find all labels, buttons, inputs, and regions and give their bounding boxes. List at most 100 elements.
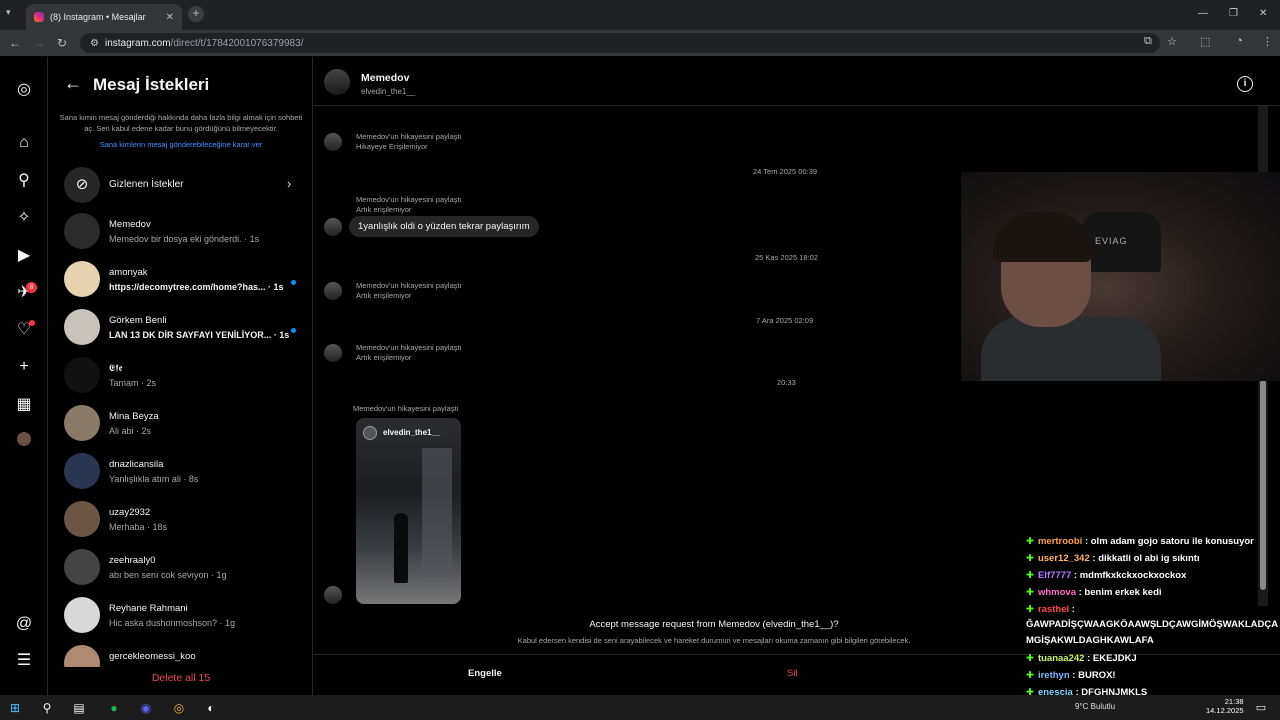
chat-scroll-thumb[interactable]	[1260, 380, 1266, 590]
task-view-icon[interactable]: ▤	[70, 699, 88, 717]
dashboard-icon[interactable]: ▦	[14, 395, 34, 415]
stream-chat-user: Elf7777	[1037, 570, 1072, 581]
chair-logo-text: EVIAG	[1095, 236, 1128, 246]
conversation-item[interactable]: Mina Beyza Ali abi · 2s	[60, 405, 310, 451]
chat-username: elvedin_the1__	[361, 87, 416, 96]
profile-avatar[interactable]	[17, 432, 31, 446]
maximize-icon[interactable]: ❐	[1229, 8, 1238, 19]
reload-icon[interactable]: ↻	[57, 36, 67, 50]
conversation-preview: Merhaba · 18s	[109, 522, 168, 532]
system-clock[interactable]: 21:38 14.12.2025	[1206, 697, 1244, 715]
delete-all-button[interactable]: Delete all 15	[49, 672, 313, 684]
url-bar[interactable]: ⚙ instagram.com /direct/t/17842001076379…	[80, 33, 1160, 53]
discord-icon[interactable]: ◉	[137, 699, 155, 717]
home-icon[interactable]: ⌂	[14, 133, 34, 153]
minimize-icon[interactable]: —	[1198, 8, 1208, 19]
unread-dot	[291, 280, 296, 285]
avatar	[64, 645, 100, 667]
message-avatar	[324, 586, 342, 604]
requests-title: Mesaj İstekleri	[93, 75, 210, 94]
story-figure	[394, 513, 408, 583]
profile-icon[interactable]: ◔	[1236, 35, 1243, 47]
conversation-item[interactable]: dnazlicansila Yanlışlıkla atım ali · 8s	[60, 453, 310, 499]
extensions-icon[interactable]: ⬚	[1200, 35, 1210, 48]
conversation-item[interactable]: Görkem Benli LAN 13 DK DİR SAYFAYI YENİLİ…	[60, 309, 310, 355]
conversation-name: zeehraaly0	[109, 555, 156, 566]
create-icon[interactable]: +	[14, 357, 34, 377]
instagram-logo-icon[interactable]: ◎	[14, 80, 34, 100]
avatar	[64, 213, 100, 249]
search-icon[interactable]: ⚲	[14, 171, 34, 191]
forward-icon[interactable]: →	[33, 36, 45, 50]
conversation-preview: abı ben senı cok sevıyon · 1g	[109, 570, 227, 580]
message-bubble[interactable]: 1yanlışlık oldi o yüzden tekrar paylaşır…	[349, 216, 539, 237]
accept-request-question: Accept message request from Memedov (elv…	[589, 619, 839, 630]
explore-icon[interactable]: ✧	[14, 208, 34, 228]
tab-search-icon[interactable]: ▾	[6, 7, 11, 18]
story-background	[422, 448, 452, 578]
back-arrow-icon[interactable]: ←	[64, 73, 82, 94]
stream-chat-user: mertroobi	[1037, 536, 1083, 547]
menu-dots-icon[interactable]: ⋮	[1262, 35, 1273, 48]
more-menu-icon[interactable]: ☰	[14, 651, 34, 671]
chat-name[interactable]: Memedov	[361, 72, 409, 84]
block-button[interactable]: Engelle	[468, 668, 502, 679]
install-app-icon[interactable]: ⧉	[1144, 35, 1152, 48]
stream-chat-message: ✚ whmova : benim erkek kedi	[1026, 587, 1162, 598]
chrome-icon[interactable]: ◎	[170, 699, 188, 717]
spotify-icon[interactable]: ●	[105, 699, 123, 717]
conversation-item[interactable]: uzay2932 Merhaba · 18s	[60, 501, 310, 547]
notification-center-icon[interactable]: ▭	[1252, 699, 1270, 717]
kick-badge-icon: ✚	[1026, 536, 1034, 547]
conversation-item[interactable]: zeehraaly0 abı ben senı cok sevıyon · 1g	[60, 549, 310, 595]
obs-icon[interactable]: ◐	[202, 699, 220, 717]
shared-story-text: Memedov'un hikayesini paylaştı	[356, 195, 462, 204]
delete-button[interactable]: Sil	[787, 668, 798, 679]
weather-text: 9°C Bulutlu	[1075, 702, 1116, 711]
stream-chat-user: user12_342	[1037, 553, 1090, 564]
conversation-name: Görkem Benli	[109, 315, 167, 326]
instagram-favicon	[34, 12, 44, 22]
close-tab-icon[interactable]: ✕	[166, 12, 174, 23]
clock-date: 14.12.2025	[1206, 706, 1244, 715]
stream-chat-text: : BUROX!	[1069, 670, 1116, 681]
eye-off-icon: ⊘	[64, 167, 100, 203]
stream-chat-user: rasthel	[1037, 604, 1070, 615]
conversation-name: 𝕰𝖋𝖊	[109, 363, 123, 374]
unread-dot	[291, 328, 296, 333]
conversation-name: gercekleomessi_koo	[109, 651, 196, 662]
conversation-preview: Memedov bir dosya eki gönderdi. · 1s	[109, 234, 260, 244]
new-tab-button[interactable]: +	[188, 6, 204, 22]
requests-description: Sana kimin mesaj gönderdiği hakkında dah…	[59, 113, 303, 133]
messages-badge: 8	[26, 282, 37, 293]
shared-story-card[interactable]: elvedin_the1__	[356, 418, 461, 604]
back-icon[interactable]: ←	[9, 36, 21, 50]
chat-avatar[interactable]	[324, 69, 350, 95]
streamer-hair	[993, 212, 1093, 262]
message-settings-link[interactable]: Sana kimlerin mesaj gönderebileceğine ka…	[58, 140, 304, 149]
conversation-name: amonyak	[109, 267, 148, 278]
browser-tab-instagram[interactable]: (8) Instagram • Mesajlar ✕	[26, 4, 182, 30]
hidden-requests-label: Gizlenen İstekler	[109, 179, 184, 190]
conversation-preview: Tamam · 2s	[109, 378, 157, 388]
conversation-item[interactable]: amonyak https://decomytree.com/home?has..…	[60, 261, 310, 307]
conversation-item[interactable]: 𝕰𝖋𝖊 Tamam · 2s	[60, 357, 310, 403]
timestamp: 20:33	[777, 378, 796, 387]
site-info-icon[interactable]: ⚙	[90, 38, 99, 49]
threads-icon[interactable]: @	[14, 614, 34, 634]
conversation-item[interactable]: gercekleomessi_koo	[60, 645, 310, 667]
timestamp: 25 Kas 2025 18:02	[755, 253, 818, 262]
bookmark-star-icon[interactable]: ☆	[1167, 35, 1177, 48]
conversation-item[interactable]: Memedov Memedov bir dosya eki gönderdi. ·…	[60, 213, 310, 259]
timestamp: 7 Ara 2025 02:09	[756, 316, 814, 325]
conversation-item[interactable]: Reyhane Rahmani Hic aska dushonmoshson? ·…	[60, 597, 310, 643]
search-taskbar-icon[interactable]: ⚲	[38, 699, 56, 717]
window-close-icon[interactable]: ✕	[1259, 8, 1267, 19]
shared-story-text: Memedov'un hikayesini paylaştı	[353, 404, 459, 413]
reels-icon[interactable]: ▶	[14, 246, 34, 266]
instagram-sidebar: ◎ ⌂ ⚲ ✧ ▶ ✈ 8 ♡ + ▦ @ ☰	[0, 57, 48, 695]
windows-start-icon[interactable]: ⊞	[6, 699, 24, 717]
info-icon[interactable]: i	[1237, 76, 1253, 92]
clock-time: 21:38	[1224, 697, 1244, 706]
message-avatar	[324, 344, 342, 362]
